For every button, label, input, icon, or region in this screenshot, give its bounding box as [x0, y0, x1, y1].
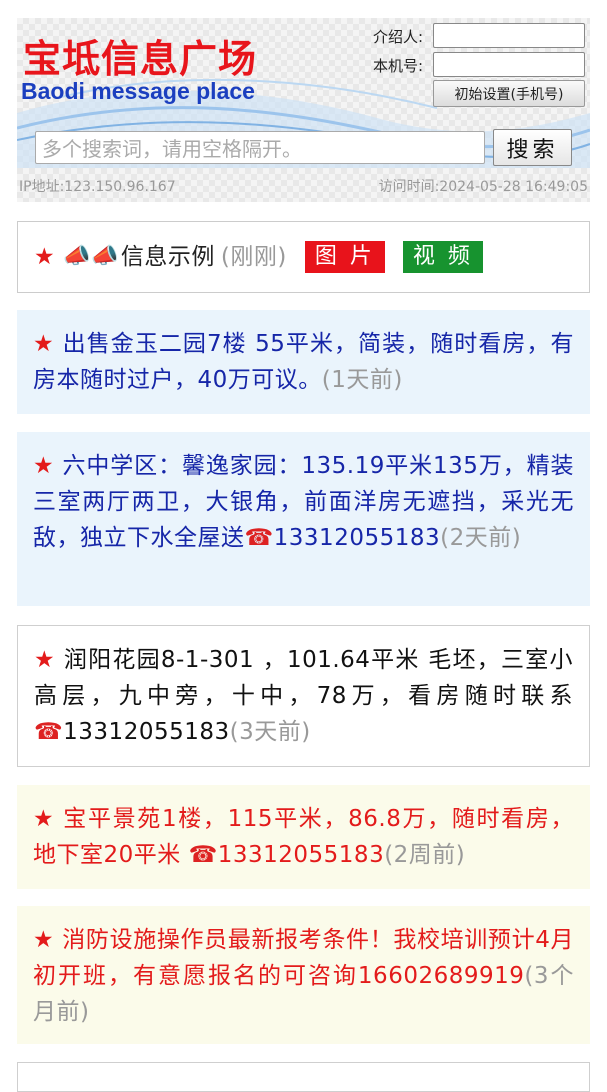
star-icon: ★ — [33, 806, 56, 832]
site-title-en: Baodi message place — [21, 78, 255, 104]
star-icon: ★ — [33, 927, 55, 953]
video-tag-button[interactable]: 视 频 — [402, 241, 483, 273]
post-phone[interactable]: 13312055183 — [63, 719, 229, 745]
phone-icon: ☎ — [34, 719, 64, 745]
phone-number-input[interactable] — [433, 52, 585, 77]
megaphone-icon: 📣📣 — [63, 244, 119, 269]
search-input[interactable]: 多个搜索词，请用空格隔开。 — [35, 131, 485, 164]
post-item-partial[interactable] — [17, 1062, 590, 1092]
post-item[interactable]: ★ 消防设施操作员最新报考条件！我校培训预计4月初开班，有意愿报名的可咨询1660… — [17, 906, 590, 1044]
post-time: (2周前) — [384, 842, 466, 868]
example-time: (刚刚) — [220, 244, 287, 270]
post-phone[interactable]: 13312055183 — [218, 842, 384, 868]
site-title-cn: 宝坻信息广场 — [23, 37, 258, 81]
star-icon: ★ — [34, 647, 56, 673]
info-example-card: ★ 📣📣 信息示例 (刚刚) 图 片 视 频 — [17, 221, 590, 293]
phone-number-label: 本机号: — [372, 57, 423, 75]
example-label: 信息示例 — [120, 244, 215, 270]
site-header: 宝坻信息广场 Baodi message place 介绍人: 本机号: 初始设… — [17, 18, 590, 202]
post-time: (2天前) — [440, 525, 522, 551]
post-item[interactable]: ★ 六中学区：馨逸家园：135.19平米135万，精装三室两厅两卫，大银角，前面洋… — [17, 432, 590, 606]
post-time: (1天前) — [321, 367, 403, 393]
post-item[interactable]: ★ 润阳花园8-1-301 ，101.64平米 毛坯，三室小高层，九中旁，十中，7… — [17, 625, 590, 767]
post-item[interactable]: ★ 出售金玉二园7楼 55平米，简装，随时看房，有房本随时过户，40万可议。(1天… — [17, 310, 590, 414]
post-text: 润阳花园8-1-301 ，101.64平米 毛坯，三室小高层，九中旁，十中，78… — [34, 647, 573, 709]
post-time: (3天前) — [229, 719, 311, 745]
phone-icon: ☎ — [188, 842, 218, 868]
phone-icon: ☎ — [244, 525, 274, 551]
initial-settings-button[interactable]: 初始设置(手机号) — [433, 80, 585, 107]
visit-time: 访问时间:2024-05-28 16:49:05 — [378, 179, 588, 195]
star-icon: ★ — [33, 453, 55, 479]
post-text: 出售金玉二园7楼 55平米，简装，随时看房，有房本随时过户，40万可议。 — [33, 331, 574, 393]
image-tag-button[interactable]: 图 片 — [304, 241, 385, 273]
star-icon: ★ — [33, 331, 55, 357]
introducer-label: 介绍人: — [372, 28, 423, 46]
post-item[interactable]: ★ 宝平景苑1楼，115平米，86.8万，随时看房，地下室20平米 ☎133120… — [17, 785, 590, 889]
post-phone[interactable]: 13312055183 — [274, 525, 440, 551]
introducer-input[interactable] — [433, 23, 585, 48]
search-button[interactable]: 搜索 — [493, 129, 572, 166]
ip-address: IP地址:123.150.96.167 — [19, 179, 176, 195]
star-icon: ★ — [34, 244, 56, 270]
post-text: 消防设施操作员最新报考条件！我校培训预计4月初开班，有意愿报名的可咨询16602… — [33, 927, 575, 989]
